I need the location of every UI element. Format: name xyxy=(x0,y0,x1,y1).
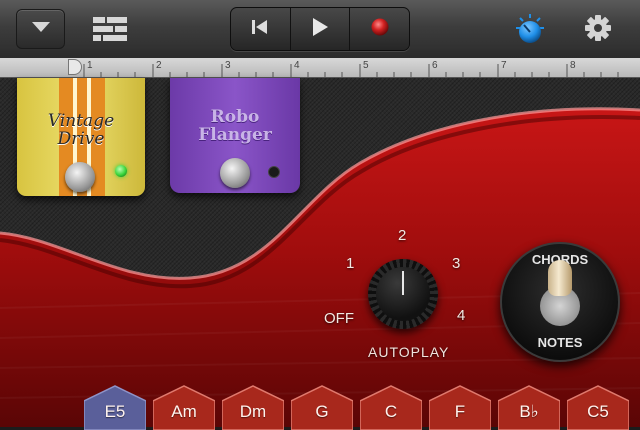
bar-number: 6 xyxy=(432,60,438,71)
pedal-robo-flanger[interactable]: Robo Flanger xyxy=(170,78,300,193)
autoplay-option-off[interactable]: OFF xyxy=(324,310,354,327)
master-effects-knob-icon xyxy=(515,14,545,49)
tracks-view-button[interactable] xyxy=(92,16,128,47)
chords-notes-switch[interactable]: CHORDS NOTES xyxy=(500,242,620,362)
pedal-jack xyxy=(268,166,280,178)
pedal-name: Vintage Drive xyxy=(47,111,115,149)
chord-button-bflat[interactable]: B♭ xyxy=(498,385,560,430)
ruler-ticks xyxy=(83,64,619,77)
bar-number: 5 xyxy=(363,60,369,71)
menu-button[interactable] xyxy=(16,9,65,49)
autoplay-knob[interactable] xyxy=(368,259,438,329)
pedal-led xyxy=(115,165,127,177)
chord-button-dm[interactable]: Dm xyxy=(222,385,284,430)
toggle-lever[interactable] xyxy=(548,260,572,296)
pedal-vintage-drive[interactable]: Vintage Drive xyxy=(17,78,145,196)
bar-number: 4 xyxy=(294,60,300,71)
master-effects-button[interactable] xyxy=(515,13,545,50)
switch-label-notes: NOTES xyxy=(537,335,583,350)
pedal-name: Robo Flanger xyxy=(198,107,272,145)
autoplay-option-2[interactable]: 2 xyxy=(398,227,406,244)
autoplay-option-4[interactable]: 4 xyxy=(457,307,465,324)
play-icon xyxy=(310,17,330,42)
bar-number: 8 xyxy=(570,60,576,71)
record-button[interactable] xyxy=(350,8,409,50)
chord-button-g[interactable]: G xyxy=(291,385,353,430)
toolbar xyxy=(0,0,640,59)
chord-button-c5[interactable]: C5 xyxy=(567,385,629,430)
chord-button-f[interactable]: F xyxy=(429,385,491,430)
chord-button-am[interactable]: Am xyxy=(153,385,215,430)
chevron-down-icon xyxy=(30,20,52,39)
record-icon xyxy=(370,17,390,42)
bar-number: 7 xyxy=(501,60,507,71)
footswitch[interactable] xyxy=(65,162,95,192)
gear-icon xyxy=(584,15,612,46)
play-button[interactable] xyxy=(290,8,351,50)
knob-indicator xyxy=(402,271,404,295)
transport-controls xyxy=(230,7,410,51)
autoplay-option-3[interactable]: 3 xyxy=(452,255,460,272)
go-to-beginning-button[interactable] xyxy=(231,8,291,50)
tracks-view-icon xyxy=(92,17,128,46)
skip-back-icon xyxy=(251,19,269,40)
chord-button-c[interactable]: C xyxy=(360,385,422,430)
chord-button-e5[interactable]: E5 xyxy=(84,385,146,430)
timeline-ruler[interactable]: 1 2 3 4 5 6 7 8 xyxy=(0,58,640,78)
bar-number: 3 xyxy=(225,60,231,71)
autoplay-label: AUTOPLAY xyxy=(368,344,450,360)
autoplay-option-1[interactable]: 1 xyxy=(346,255,354,272)
footswitch[interactable] xyxy=(220,158,250,188)
bar-number: 1 xyxy=(87,60,93,71)
autoplay-control: OFF 1 2 3 4 AUTOPLAY xyxy=(320,225,480,365)
settings-button[interactable] xyxy=(584,14,612,47)
bar-number: 2 xyxy=(156,60,162,71)
